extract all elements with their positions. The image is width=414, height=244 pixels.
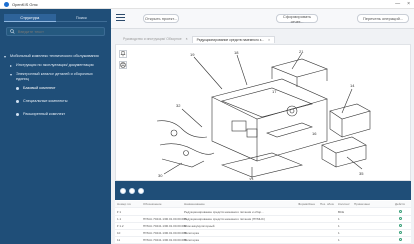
col-header[interactable]: Примечание — [354, 202, 370, 206]
callout-label: 30 — [158, 173, 163, 178]
tree-item-label: Базовый комплект — [23, 86, 56, 90]
tree-item-catalog[interactable]: ▾ Электронный каталог деталей и сборочны… — [0, 70, 111, 84]
status-icon[interactable] — [398, 231, 402, 234]
callout-label: 17 — [272, 89, 277, 94]
col-header[interactable]: Количество — [338, 202, 350, 206]
bullet-icon — [16, 87, 19, 90]
tree-item-label: Специальные комплекты — [23, 99, 68, 103]
col-header[interactable]: Формат — [298, 202, 308, 206]
tab-label: Руководство и инструкция/ Обзорное — [123, 37, 182, 41]
pin-icon[interactable] — [119, 50, 127, 58]
parts-toolbar — [115, 181, 411, 200]
bullet-icon — [16, 113, 19, 116]
app-window: OpenKIS Gmc — × Структура Поиск ▾ Мобиль… — [0, 0, 414, 244]
table-row[interactable]: 10 ПУМ-К.70241.1/00.01.00.00.000 Полотер… — [115, 230, 411, 237]
search-input[interactable] — [17, 29, 104, 34]
document-tabs: Руководство и инструкция/ Обзорное × Ред… — [119, 36, 276, 43]
zoom-out-icon[interactable] — [129, 188, 135, 194]
minimize-button[interactable]: — — [395, 1, 400, 7]
close-icon[interactable]: × — [268, 38, 270, 42]
tree-item-extended-kit[interactable]: Расширенный комплект — [0, 110, 111, 119]
parts-table: Номер позиции Обозначение Наименование Ф… — [115, 200, 411, 244]
callout-label: 32 — [176, 103, 181, 108]
tab-reduction[interactable]: Редукционирование средств наземного з...… — [191, 36, 276, 43]
close-button[interactable]: × — [407, 1, 410, 7]
top-toolbar: Открыть проект... Сформировать отчет... … — [111, 9, 414, 29]
col-header: Действия — [395, 202, 405, 206]
tree-item-base-kit[interactable]: Базовый комплект — [0, 84, 111, 93]
hamburger-menu-icon[interactable] — [116, 14, 125, 22]
status-icon[interactable] — [398, 210, 402, 213]
tab-manual-overview[interactable]: Руководство и инструкция/ Обзорное × — [119, 36, 192, 43]
tree-item-label: Инструкция по эксплуатации/ документация — [16, 63, 94, 67]
tree-item-label: Расширенный комплект — [23, 112, 66, 116]
structure-tree: ▾ Мобильный комплекс технического обслуж… — [0, 52, 111, 119]
main-area: Открыть проект... Сформировать отчет... … — [111, 9, 414, 244]
callout-label: 21 — [299, 49, 304, 54]
callout-label: 35 — [359, 171, 364, 176]
operations-list-button[interactable]: Перечень операций... — [357, 14, 409, 23]
status-icon[interactable] — [398, 224, 402, 227]
window-controls: — × — [395, 1, 410, 7]
status-icon[interactable] — [398, 238, 402, 241]
sidebar-search[interactable] — [6, 27, 105, 36]
table-row[interactable]: ▾ 1 Редукционирование средств наземного … — [115, 209, 411, 216]
search-icon — [10, 29, 15, 34]
callout-label: 16 — [312, 131, 317, 136]
title-bar: OpenKIS Gmc — × — [0, 0, 414, 9]
table-row[interactable]: ▾ 1.2 ПУМ-К.70241.1/00.01.00.00.000 Блок… — [115, 223, 411, 230]
fit-icon[interactable] — [138, 188, 144, 194]
tab-search[interactable]: Поиск — [55, 14, 107, 22]
viewer-tools — [119, 50, 127, 72]
table-row[interactable]: 1.1 ПУМ-К.70241.1/00.01.00.00.000 Редукц… — [115, 216, 411, 223]
tree-item-label: Мобильный комплекс технического обслужив… — [10, 54, 99, 58]
open-project-button[interactable]: Открыть проект... — [143, 14, 179, 23]
col-header[interactable]: Наименование — [184, 202, 294, 206]
callout-label: 19 — [190, 52, 195, 57]
col-header[interactable]: Поз. обозначение — [320, 202, 334, 206]
sidebar: Структура Поиск ▾ Мобильный комплекс тех… — [0, 9, 111, 244]
table-header: Номер позиции Обозначение Наименование Ф… — [115, 201, 411, 208]
close-icon[interactable]: × — [186, 37, 188, 41]
table-row[interactable]: 11 ПУМ-К.70241.1/00.01.00.00.000 Полотер… — [115, 237, 411, 244]
status-icon[interactable] — [398, 217, 402, 220]
tree-item-manual[interactable]: ▸ Инструкция по эксплуатации/ документац… — [0, 61, 111, 70]
print-icon[interactable] — [119, 61, 127, 69]
bullet-icon — [16, 100, 19, 103]
tree-item-label: Электронный каталог деталей и сборочных … — [16, 72, 93, 81]
col-header[interactable]: Зона — [308, 202, 316, 206]
tree-item-special-kits[interactable]: Специальные комплекты — [0, 97, 111, 106]
make-report-button[interactable]: Сформировать отчет... — [276, 14, 318, 24]
callout-label: 18 — [234, 50, 239, 55]
tab-label: Редукционирование средств наземного з... — [196, 38, 265, 42]
tree-item-mobile-complex[interactable]: ▾ Мобильный комплекс технического обслуж… — [0, 52, 111, 61]
sidebar-tabs: Структура Поиск — [4, 14, 107, 22]
window-title: OpenKIS Gmc — [12, 1, 38, 7]
exploded-view-drawing: 19 18 21 14 35 33 32 30 17 16 — [156, 49, 371, 180]
zoom-in-icon[interactable] — [120, 188, 126, 194]
callout-label: 14 — [350, 83, 355, 88]
app-icon — [4, 1, 9, 7]
col-header[interactable]: Номер позиции — [117, 202, 131, 206]
tab-structure[interactable]: Структура — [4, 14, 56, 22]
drawing-viewer[interactable]: 19 18 21 14 35 33 32 30 17 16 — [115, 44, 411, 181]
